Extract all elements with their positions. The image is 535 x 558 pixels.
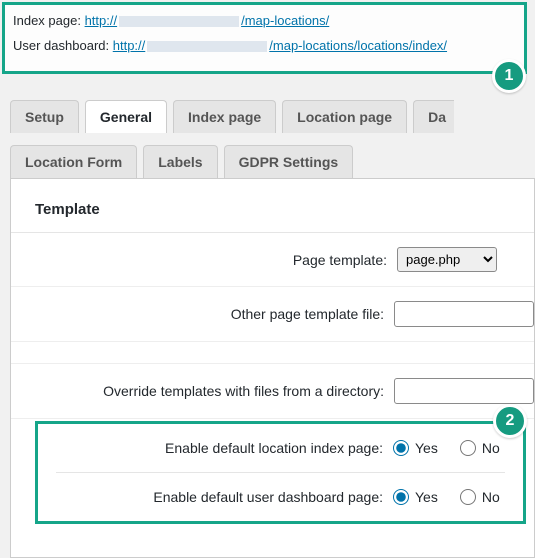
tab-gdpr-settings[interactable]: GDPR Settings: [224, 145, 354, 178]
tab-location-form[interactable]: Location Form: [10, 145, 137, 178]
user-dashboard-label: User dashboard:: [13, 38, 109, 53]
redacted-host: [119, 16, 239, 27]
enable-dashboard-yes-radio[interactable]: [393, 489, 409, 505]
page-template-row: Page template: page.php: [11, 233, 534, 287]
annotation-badge-2: 2: [493, 404, 527, 438]
enable-index-no[interactable]: No: [460, 440, 500, 456]
user-dashboard-link[interactable]: http:///map-locations/locations/index/: [113, 38, 447, 53]
tab-index-page[interactable]: Index page: [173, 100, 276, 133]
annotation-badge-1: 1: [492, 59, 526, 93]
tab-general[interactable]: General: [85, 100, 167, 133]
index-page-row: Index page: http:///map-locations/: [13, 13, 516, 28]
other-template-label: Other page template file:: [11, 306, 394, 322]
other-template-row: Other page template file:: [11, 287, 534, 342]
page-template-select[interactable]: page.php: [397, 247, 497, 272]
enable-pages-callout: 2 Enable default location index page: Ye…: [35, 421, 526, 524]
other-template-input[interactable]: [394, 301, 534, 327]
enable-index-no-radio[interactable]: [460, 440, 476, 456]
enable-index-row: Enable default location index page: Yes …: [38, 424, 523, 472]
enable-index-yes-radio[interactable]: [393, 440, 409, 456]
enable-index-label: Enable default location index page:: [38, 440, 393, 456]
index-page-link[interactable]: http:///map-locations/: [85, 13, 330, 28]
spacer-row: [11, 342, 534, 364]
enable-dashboard-no[interactable]: No: [460, 489, 500, 505]
enable-dashboard-no-radio[interactable]: [460, 489, 476, 505]
index-page-label: Index page:: [13, 13, 81, 28]
redacted-host: [147, 41, 267, 52]
override-dir-row: Override templates with files from a dir…: [11, 364, 534, 419]
override-dir-label: Override templates with files from a dir…: [11, 383, 394, 399]
enable-dashboard-yes[interactable]: Yes: [393, 489, 438, 505]
tab-location-page[interactable]: Location page: [282, 100, 407, 133]
template-section-title: Template: [11, 201, 534, 233]
tab-labels[interactable]: Labels: [143, 145, 217, 178]
tab-setup[interactable]: Setup: [10, 100, 79, 133]
page-template-label: Page template:: [11, 252, 397, 268]
enable-index-yes[interactable]: Yes: [393, 440, 438, 456]
override-dir-input[interactable]: [394, 378, 534, 404]
settings-tabs: Setup General Index page Location page D…: [10, 100, 535, 178]
enable-dashboard-label: Enable default user dashboard page:: [38, 489, 393, 505]
general-panel: Template Page template: page.php Other p…: [10, 178, 535, 558]
user-dashboard-row: User dashboard: http:///map-locations/lo…: [13, 38, 516, 53]
tab-data-truncated[interactable]: Da: [413, 100, 454, 133]
enable-dashboard-row: Enable default user dashboard page: Yes …: [38, 473, 523, 521]
url-info-callout: Index page: http:///map-locations/ User …: [2, 2, 527, 74]
